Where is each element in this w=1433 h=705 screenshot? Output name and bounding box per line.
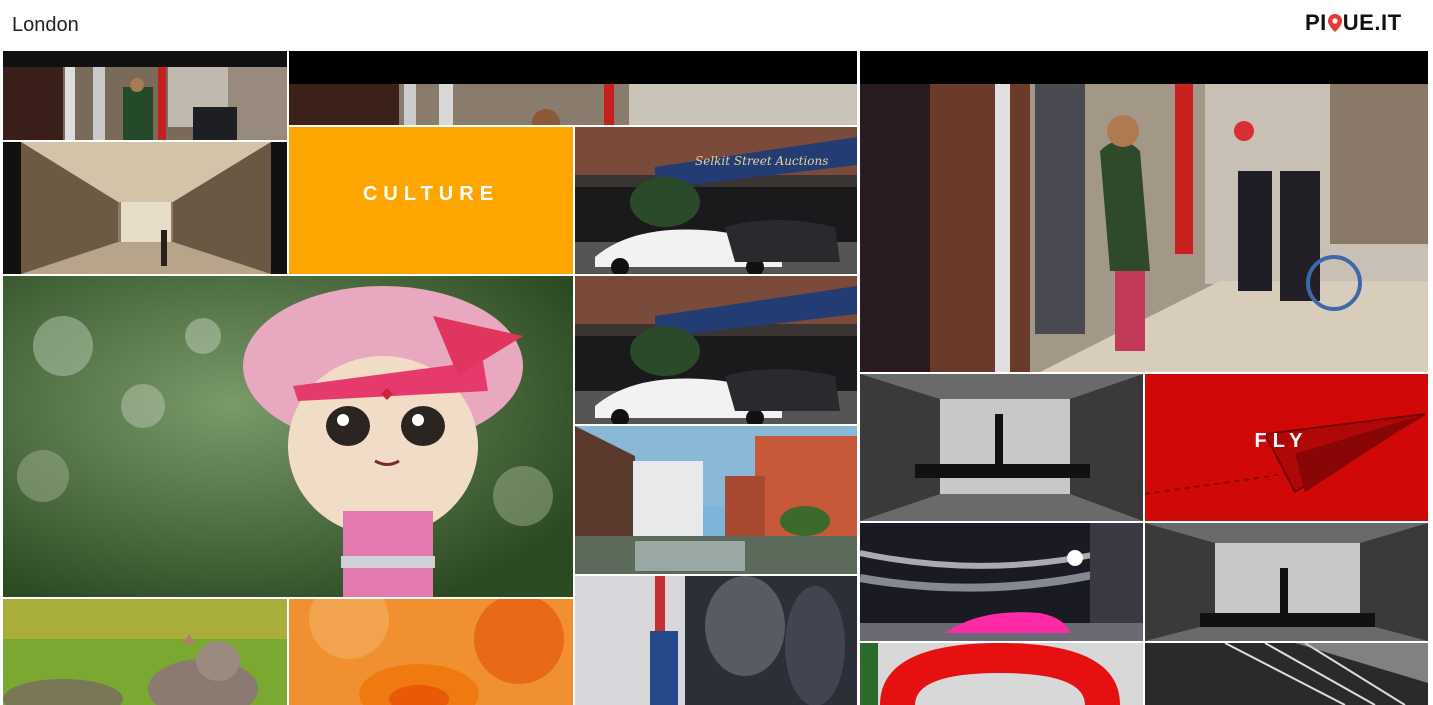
photo-lamborghini-street-2[interactable] — [575, 276, 857, 424]
photo-street-thumb[interactable] — [3, 51, 287, 140]
photo-museum-hall[interactable] — [3, 142, 287, 274]
fly-label: FLY — [1254, 430, 1309, 452]
photo-orange-flower[interactable] — [289, 599, 573, 705]
photo-street-banner[interactable] — [289, 51, 857, 125]
site-logo[interactable]: PI UE.IT — [1305, 10, 1402, 36]
logo-text-left: PI — [1305, 10, 1327, 35]
map-pin-icon — [1327, 14, 1342, 32]
page-title: London — [12, 14, 79, 36]
photo-squirrel[interactable] — [3, 599, 287, 705]
photo-corridor-bw-2[interactable] — [1145, 523, 1428, 641]
culture-label: CULTURE — [362, 183, 500, 205]
photo-corridor-bw[interactable] — [860, 374, 1143, 521]
photo-architecture-bw[interactable] — [1145, 643, 1428, 705]
photo-red-arch[interactable] — [860, 643, 1143, 705]
photo-underground-blur[interactable] — [575, 576, 857, 705]
photo-canal[interactable] — [575, 426, 857, 574]
photo-pink-car-night[interactable] — [860, 523, 1143, 641]
photo-lamborghini-street[interactable]: Selkit Street Auctions — [575, 127, 857, 274]
fly-category-tile[interactable]: FLY — [1145, 374, 1428, 521]
shop-sign-text: Selkit Street Auctions — [695, 154, 828, 168]
logo-text-right: UE.IT — [1342, 10, 1402, 35]
photo-street-featured[interactable] — [860, 51, 1428, 372]
culture-category-tile[interactable]: CULTURE — [289, 127, 573, 274]
photo-doll[interactable] — [3, 276, 573, 597]
